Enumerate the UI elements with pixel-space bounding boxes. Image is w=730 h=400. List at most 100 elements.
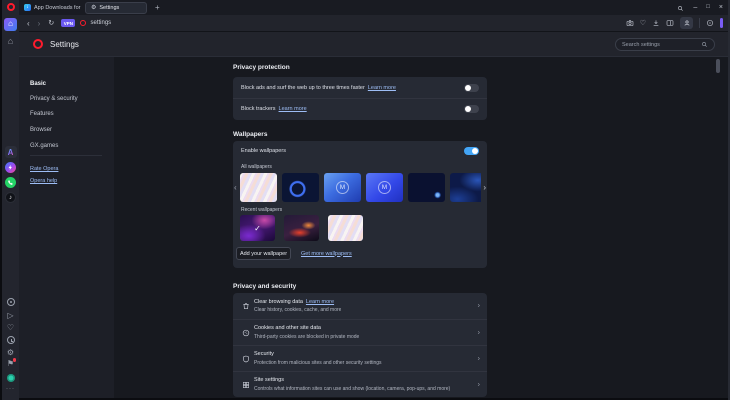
row-title: Security: [254, 351, 274, 357]
bookmarks-sidebar-button[interactable]: ♡: [2, 323, 19, 332]
maximize-button[interactable]: □: [706, 0, 710, 15]
chevron-right-icon: ›: [478, 355, 480, 362]
ellipsis-icon: ···: [6, 386, 15, 392]
settings-page: Settings Basic Privacy & security Featur…: [19, 32, 728, 398]
learn-more-link[interactable]: Learn more: [279, 106, 307, 112]
block-trackers-toggle[interactable]: [464, 105, 479, 113]
wallpaper-thumb-light-stripes[interactable]: [240, 173, 277, 202]
reload-button[interactable]: ↻: [48, 15, 54, 32]
cookie-icon: [237, 329, 254, 337]
vpn-badge[interactable]: VPN: [61, 19, 75, 27]
bookmark-heart-icon[interactable]: ♡: [640, 19, 646, 27]
notification-dot: [13, 358, 17, 362]
site-favicon-opera-icon: [80, 20, 86, 26]
recent-wallpaper-stripes[interactable]: [328, 215, 363, 241]
easy-setup-icon[interactable]: [706, 14, 714, 32]
wallpaper-thumb-indigo-m[interactable]: M: [366, 173, 403, 202]
minimize-button[interactable]: –: [693, 0, 697, 15]
play-sidebar-button[interactable]: ▷: [2, 311, 19, 320]
extensions-sidebar-button[interactable]: ⚙: [2, 348, 19, 357]
clear-browsing-data-row[interactable]: Clear browsing dataLearn more Clear hist…: [233, 293, 487, 319]
recent-wallpaper-selected[interactable]: ✓: [240, 215, 275, 241]
cookies-row[interactable]: Cookies and other site data Third-party …: [233, 319, 487, 345]
tab-settings[interactable]: ⚙ Settings: [85, 2, 147, 14]
site-settings-row[interactable]: Site settings Controls what information …: [233, 371, 487, 397]
block-ads-toggle[interactable]: [464, 84, 479, 92]
learn-more-link[interactable]: Learn more: [306, 299, 334, 305]
tiktok-sidebar-button[interactable]: ♪: [2, 192, 19, 203]
address-bar-actions: ♡: [626, 14, 728, 32]
chevron-right-icon: ›: [478, 303, 480, 310]
wallpaper-thumb-ring[interactable]: [282, 173, 319, 202]
nav-item-privacy-security[interactable]: Privacy & security: [30, 96, 78, 102]
settings-header: Settings: [19, 32, 728, 57]
recent-wallpapers-label: Recent wallpapers: [241, 207, 282, 213]
m-logo-icon: M: [378, 181, 391, 194]
tiktok-icon: ♪: [5, 192, 16, 203]
url-text[interactable]: settings: [90, 20, 111, 26]
tab-bar: ↓ App Downloads for Wind ⚙ Settings + – …: [19, 0, 728, 15]
close-button[interactable]: ×: [719, 0, 723, 15]
row-title: Clear browsing data: [254, 299, 303, 305]
block-ads-row: Block ads and surf the web up to three t…: [233, 77, 487, 98]
tab-app-downloads[interactable]: ↓ App Downloads for Wind: [24, 2, 82, 13]
opera-menu-button[interactable]: [2, 3, 19, 11]
opera-logo-icon: [7, 3, 15, 11]
get-more-wallpapers-link[interactable]: Get more wallpapers: [301, 251, 352, 257]
carousel-next-chevron-icon[interactable]: ›: [483, 183, 486, 192]
row-label: Block trackers: [241, 106, 276, 112]
forward-button[interactable]: ›: [38, 15, 41, 32]
page-title: Settings: [50, 40, 79, 49]
rate-opera-link[interactable]: Rate Opera: [30, 166, 58, 172]
workspace-secondary-button[interactable]: ⌂: [2, 36, 19, 46]
row-label: Enable wallpapers: [241, 148, 286, 154]
search-settings-input[interactable]: [622, 42, 697, 48]
wallpaper-thumb-dark-sphere[interactable]: [408, 173, 445, 202]
privacy-security-heading: Privacy and security: [233, 283, 296, 290]
panels-icon[interactable]: [666, 14, 674, 32]
profile-button[interactable]: [680, 17, 693, 29]
search-settings-box[interactable]: [615, 38, 715, 51]
downloads-icon[interactable]: [652, 14, 660, 32]
add-wallpaper-button[interactable]: Add your wallpaper: [236, 247, 291, 260]
search-icon: [701, 41, 708, 48]
whatsapp-sidebar-button[interactable]: [2, 177, 19, 188]
security-row[interactable]: Security Protection from malicious sites…: [233, 345, 487, 371]
messenger-sidebar-button[interactable]: [2, 162, 19, 173]
tab-label: App Downloads for Wind: [34, 5, 82, 11]
bookmarks-heart-icon: ♡: [7, 323, 14, 332]
nav-item-features[interactable]: Features: [30, 111, 54, 117]
learn-more-link[interactable]: Learn more: [368, 85, 396, 91]
pinned-app-sidebar-button[interactable]: [2, 374, 19, 382]
player-icon: [7, 298, 15, 306]
enable-wallpapers-toggle[interactable]: [464, 147, 479, 155]
sidebar-more-button[interactable]: ···: [2, 386, 19, 392]
recent-wallpaper-car[interactable]: [284, 215, 319, 241]
workspace-icon: ⌂: [8, 36, 13, 46]
snapshot-camera-icon[interactable]: [626, 14, 634, 32]
nav-item-browser[interactable]: Browser: [30, 127, 52, 133]
wallpaper-thumb-blue-waves[interactable]: [450, 173, 481, 202]
wallpaper-thumbnails: M M: [240, 173, 481, 202]
workspace-active-button[interactable]: ⌂: [2, 18, 19, 31]
new-tab-button[interactable]: +: [155, 2, 160, 13]
scrollbar-thumb[interactable]: [716, 59, 720, 73]
address-bar: ‹ › ↻ VPN settings ♡: [19, 15, 728, 32]
nav-item-gx-games[interactable]: GX.games: [30, 143, 58, 149]
trash-icon: [237, 302, 254, 310]
sidebar-rail: ⌂ ⌂ A ♪ ▷ ♡ ⚙ ⚑ ···: [2, 0, 19, 400]
whats-new-sidebar-button[interactable]: ⚑: [2, 360, 19, 368]
tab-label: Settings: [99, 5, 119, 11]
carousel-prev-chevron-icon[interactable]: ‹: [234, 183, 237, 192]
wallpaper-thumb-blue-m[interactable]: M: [324, 173, 361, 202]
nav-item-basic[interactable]: Basic: [30, 81, 46, 87]
aria-sidebar-button[interactable]: A: [2, 146, 19, 158]
player-sidebar-button[interactable]: [2, 298, 19, 306]
row-title: Site settings: [254, 377, 284, 383]
history-sidebar-button[interactable]: [2, 336, 19, 344]
site-settings-grid-icon: [237, 381, 254, 389]
check-icon: ✓: [254, 224, 261, 233]
chevron-right-icon: ›: [478, 381, 480, 388]
back-button[interactable]: ‹: [27, 15, 30, 32]
opera-help-link[interactable]: Opera help: [30, 178, 57, 184]
